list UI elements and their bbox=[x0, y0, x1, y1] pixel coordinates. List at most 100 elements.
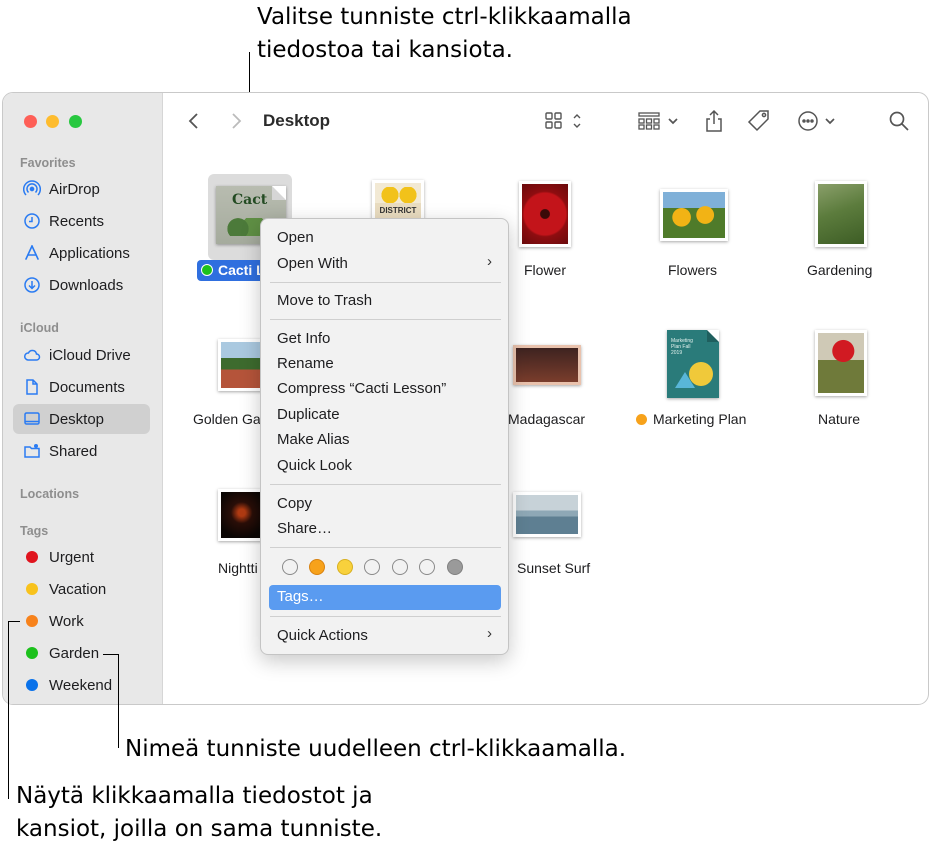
menu-separator bbox=[270, 282, 501, 283]
menu-item-open[interactable]: Open bbox=[277, 229, 314, 246]
menu-item-duplicate[interactable]: Duplicate bbox=[277, 406, 340, 423]
sidebar-item-desktop[interactable]: Desktop bbox=[13, 404, 150, 434]
search-icon bbox=[889, 111, 909, 131]
tag-color-yellow[interactable] bbox=[337, 559, 353, 575]
tag-color-red[interactable] bbox=[282, 559, 298, 575]
sidebar-item-airdrop[interactable]: AirDrop bbox=[13, 174, 150, 204]
menu-item-tags[interactable]: Tags… bbox=[277, 588, 324, 605]
document-icon bbox=[23, 378, 41, 396]
more-actions-button[interactable] bbox=[797, 109, 841, 133]
sidebar-item-label: Recents bbox=[49, 212, 105, 230]
minimize-window-button[interactable] bbox=[46, 115, 59, 128]
menu-item-get-info[interactable]: Get Info bbox=[277, 330, 330, 347]
sidebar-header-favorites: Favorites bbox=[20, 156, 76, 170]
sidebar-item-label: Work bbox=[49, 612, 84, 630]
callout-rename-leader-vertical bbox=[118, 654, 119, 748]
share-button[interactable] bbox=[704, 109, 724, 133]
menu-item-move-to-trash[interactable]: Move to Trash bbox=[277, 292, 372, 309]
sidebar-tag-vacation[interactable]: Vacation bbox=[13, 574, 150, 604]
chevron-right-icon: › bbox=[487, 253, 492, 270]
tag-color-orange[interactable] bbox=[309, 559, 325, 575]
tag-color-gray[interactable] bbox=[447, 559, 463, 575]
sidebar-item-label: Documents bbox=[49, 378, 125, 396]
page-curl bbox=[272, 186, 286, 200]
orange-tag-dot bbox=[26, 615, 38, 627]
callout-bottom-line2: kansiot, joilla on sama tunniste. bbox=[16, 816, 383, 842]
callout-top-line1: Valitse tunniste ctrl-klikkaamalla bbox=[257, 4, 632, 30]
menu-item-rename[interactable]: Rename bbox=[277, 355, 334, 372]
callout-top-line2: tiedostoa tai kansiota. bbox=[257, 37, 513, 63]
sidebar-item-documents[interactable]: Documents bbox=[13, 372, 150, 402]
callout-rename-leader-horizontal bbox=[103, 654, 119, 655]
blue-tag-dot bbox=[26, 679, 38, 691]
district-thumb-text: DISTRICT bbox=[379, 206, 417, 215]
sidebar-item-recents[interactable]: Recents bbox=[13, 206, 150, 236]
sidebar-item-shared[interactable]: Shared bbox=[13, 436, 150, 466]
file-label: Madagascar bbox=[508, 411, 586, 427]
marketing-thumb-text: Marketing Plan Fall 2019 bbox=[671, 338, 693, 356]
forward-button[interactable] bbox=[229, 109, 243, 133]
file-label: Gardening bbox=[807, 262, 873, 278]
sidebar-item-label: Vacation bbox=[49, 580, 107, 598]
sidebar-item-downloads[interactable]: Downloads bbox=[13, 270, 150, 300]
menu-item-compress[interactable]: Compress “Cacti Lesson” bbox=[277, 380, 446, 397]
nature-thumbnail bbox=[815, 330, 867, 396]
marketing-thumbnail: Marketing Plan Fall 2019 bbox=[667, 330, 719, 398]
window-title: Desktop bbox=[263, 111, 331, 130]
view-icons-button[interactable] bbox=[544, 109, 586, 133]
sidebar-item-label: Applications bbox=[49, 244, 130, 262]
back-button[interactable] bbox=[187, 109, 201, 133]
tag-button[interactable] bbox=[747, 109, 771, 133]
callout-bottom-leader-vertical bbox=[8, 621, 9, 799]
tag-color-purple[interactable] bbox=[419, 559, 435, 575]
menu-item-make-alias[interactable]: Make Alias bbox=[277, 431, 350, 448]
menu-separator bbox=[270, 547, 501, 548]
file-label: Marketing Plan bbox=[653, 411, 747, 427]
menu-separator bbox=[270, 484, 501, 485]
grid-view-icon bbox=[545, 112, 581, 129]
sidebar-item-applications[interactable]: Applications bbox=[13, 238, 150, 268]
sidebar-item-label: iCloud Drive bbox=[49, 346, 131, 364]
tag-color-green[interactable] bbox=[364, 559, 380, 575]
sidebar-header-locations: Locations bbox=[20, 487, 80, 501]
chevron-left-icon bbox=[188, 113, 198, 129]
callout-rename: Nimeä tunniste uudelleen ctrl-klikkaamal… bbox=[125, 736, 627, 762]
sidebar-tag-garden[interactable]: Garden bbox=[13, 638, 150, 668]
tag-icon bbox=[747, 110, 769, 132]
menu-separator bbox=[270, 616, 501, 617]
close-window-button[interactable] bbox=[24, 115, 37, 128]
file-label: Cacti L bbox=[218, 262, 265, 278]
blue-shape bbox=[675, 372, 695, 388]
context-menu: Open Open With › Move to Trash Get Info … bbox=[260, 218, 509, 655]
sidebar-tag-weekend[interactable]: Weekend bbox=[13, 670, 150, 700]
menu-item-quick-look[interactable]: Quick Look bbox=[277, 457, 352, 474]
yellow-tag-dot bbox=[26, 583, 38, 595]
sidebar: Favorites AirDrop Recents Applications D… bbox=[3, 93, 163, 704]
search-button[interactable] bbox=[888, 109, 910, 133]
chevron-right-icon: › bbox=[487, 625, 492, 642]
menu-item-open-with[interactable]: Open With bbox=[277, 255, 348, 272]
callout-bottom-leader-horizontal bbox=[8, 621, 20, 622]
sidebar-item-label: Desktop bbox=[49, 410, 105, 428]
menu-item-share[interactable]: Share… bbox=[277, 520, 332, 537]
share-icon bbox=[706, 109, 722, 132]
sidebar-item-label: Downloads bbox=[49, 276, 124, 294]
file-label: Nightti bbox=[218, 560, 258, 576]
shared-folder-icon bbox=[23, 442, 41, 460]
group-by-button[interactable] bbox=[637, 109, 683, 133]
sidebar-item-icloud-drive[interactable]: iCloud Drive bbox=[13, 340, 150, 370]
cacti-thumb-text: Cact bbox=[232, 192, 268, 208]
file-label: Golden Ga bbox=[193, 411, 261, 427]
clock-icon bbox=[23, 212, 41, 230]
sidebar-tag-work[interactable]: Work bbox=[13, 606, 150, 636]
airdrop-icon bbox=[23, 180, 41, 198]
menu-item-copy[interactable]: Copy bbox=[277, 495, 312, 512]
menu-item-quick-actions[interactable]: Quick Actions bbox=[277, 627, 368, 644]
zoom-window-button[interactable] bbox=[69, 115, 82, 128]
group-icon bbox=[638, 112, 678, 130]
ellipsis-circle-icon bbox=[798, 111, 835, 131]
sidebar-tag-urgent[interactable]: Urgent bbox=[13, 542, 150, 572]
tag-color-blue[interactable] bbox=[392, 559, 408, 575]
flowers-thumbnail bbox=[660, 189, 728, 241]
cloud-icon bbox=[23, 346, 41, 364]
